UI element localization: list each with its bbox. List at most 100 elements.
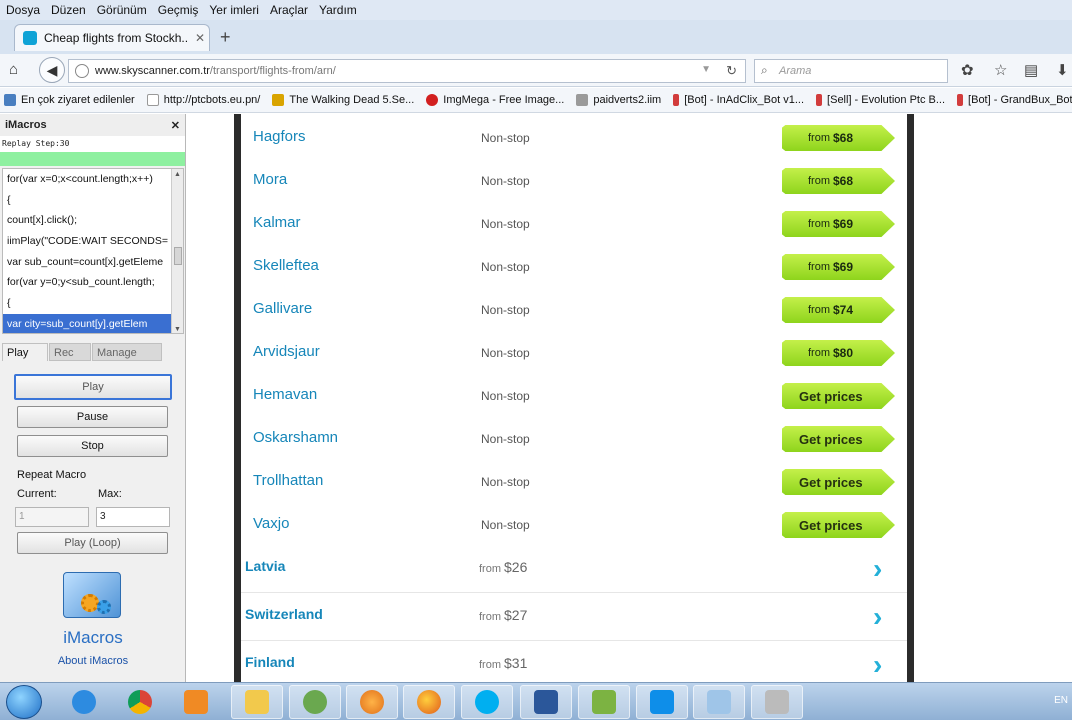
- code-line[interactable]: for(var x=0;x<count.length;x++): [3, 169, 171, 190]
- notepad-icon[interactable]: [578, 685, 630, 719]
- city-name[interactable]: Gallivare: [253, 300, 312, 317]
- country-name[interactable]: Latvia: [245, 558, 285, 574]
- menu-file[interactable]: Dosya: [6, 3, 40, 17]
- people-app-icon[interactable]: [289, 685, 341, 719]
- bookmark-ptcbots[interactable]: http://ptcbots.eu.pn/: [146, 94, 260, 106]
- city-row[interactable]: Gallivare Non-stop from $74: [241, 297, 907, 343]
- price-button[interactable]: from $80: [782, 340, 895, 366]
- code-line[interactable]: var sub_count=count[x].getEleme: [3, 252, 171, 273]
- file-explorer-icon[interactable]: [231, 685, 283, 719]
- firefox-icon[interactable]: [403, 685, 455, 719]
- play-button[interactable]: Play: [14, 374, 172, 400]
- bookmark-inadclix[interactable]: [Bot] - InAdClix_Bot v1...: [673, 94, 804, 106]
- city-row[interactable]: Arvidsjaur Non-stop from $80: [241, 340, 907, 386]
- menu-tools[interactable]: Araçlar: [270, 3, 308, 17]
- bookmark-walking-dead[interactable]: The Walking Dead 5.Se...: [272, 94, 414, 106]
- code-line[interactable]: {: [3, 293, 171, 314]
- library-icon[interactable]: ▤: [1024, 61, 1038, 79]
- bookmark-star-icon[interactable]: ☆: [994, 61, 1007, 79]
- city-row[interactable]: Kalmar Non-stop from $69: [241, 211, 907, 257]
- history-dropdown-icon[interactable]: ▼: [701, 64, 711, 75]
- bookmark-imgmega[interactable]: ImgMega - Free Image...: [426, 94, 564, 106]
- scroll-down-icon[interactable]: ▼: [174, 326, 181, 333]
- scroll-thumb[interactable]: [174, 247, 182, 265]
- tab-play[interactable]: Play: [2, 343, 48, 361]
- menu-help[interactable]: Yardım: [319, 3, 357, 17]
- url-bar[interactable]: www.skyscanner.com.tr/transport/flights-…: [68, 59, 746, 83]
- addon-icon[interactable]: ✿: [961, 61, 974, 79]
- country-row[interactable]: Switzerland from $27 ›: [241, 595, 907, 641]
- code-scrollbar[interactable]: ▲ ▼: [171, 169, 183, 333]
- tab-close-icon[interactable]: ✕: [195, 31, 205, 45]
- language-indicator[interactable]: EN: [1054, 695, 1068, 706]
- menu-history[interactable]: Geçmiş: [158, 3, 199, 17]
- code-line[interactable]: iimPlay("CODE:WAIT SECONDS=: [3, 231, 171, 252]
- chevron-right-icon[interactable]: ›: [873, 601, 882, 633]
- get-prices-button[interactable]: Get prices: [782, 469, 895, 495]
- country-name[interactable]: Switzerland: [245, 606, 323, 622]
- word-icon[interactable]: [520, 685, 572, 719]
- orange-app-icon[interactable]: [346, 685, 398, 719]
- city-row[interactable]: Oskarshamn Non-stop Get prices: [241, 426, 907, 472]
- code-line-selected[interactable]: var city=sub_count[y].getElem: [3, 313, 171, 333]
- city-name[interactable]: Hagfors: [253, 128, 306, 145]
- home-icon[interactable]: ⌂: [9, 61, 18, 78]
- bookmark-paidverts[interactable]: paidverts2.iim: [576, 94, 661, 106]
- stop-button[interactable]: Stop: [17, 435, 168, 457]
- chevron-right-icon[interactable]: ›: [873, 553, 882, 585]
- camera-icon[interactable]: [751, 685, 803, 719]
- chevron-right-icon[interactable]: ›: [873, 649, 882, 681]
- sidebar-close-icon[interactable]: ✕: [171, 119, 180, 132]
- tab-rec[interactable]: Rec: [49, 343, 91, 361]
- city-name[interactable]: Oskarshamn: [253, 429, 338, 446]
- bookmark-evolution[interactable]: [Sell] - Evolution Ptc B...: [816, 94, 945, 106]
- about-imacros-link[interactable]: About iMacros: [0, 655, 186, 667]
- city-name[interactable]: Skelleftea: [253, 257, 319, 274]
- price-button[interactable]: from $68: [782, 125, 895, 151]
- city-name[interactable]: Trollhattan: [253, 472, 323, 489]
- city-row[interactable]: Hemavan Non-stop Get prices: [241, 383, 907, 429]
- city-row[interactable]: Skelleftea Non-stop from $69: [241, 254, 907, 300]
- country-name[interactable]: Finland: [245, 654, 295, 670]
- city-name[interactable]: Hemavan: [253, 386, 317, 403]
- window-app-icon[interactable]: [693, 685, 745, 719]
- site-identity-icon[interactable]: [75, 64, 89, 78]
- bookmark-most-visited[interactable]: En çok ziyaret edilenler: [4, 94, 135, 106]
- skype-icon[interactable]: [461, 685, 513, 719]
- menu-edit[interactable]: Düzen: [51, 3, 86, 17]
- price-button[interactable]: from $69: [782, 211, 895, 237]
- city-name[interactable]: Arvidsjaur: [253, 343, 320, 360]
- chrome-icon[interactable]: [114, 685, 166, 719]
- reload-icon[interactable]: ↻: [726, 63, 737, 79]
- macro-code-view[interactable]: for(var x=0;x<count.length;x++) { count[…: [2, 168, 184, 334]
- price-button[interactable]: from $69: [782, 254, 895, 280]
- internet-explorer-icon[interactable]: [58, 685, 110, 719]
- back-button[interactable]: ◀: [39, 57, 65, 83]
- pause-button[interactable]: Pause: [17, 406, 168, 428]
- tab-manage[interactable]: Manage: [92, 343, 162, 361]
- city-row[interactable]: Hagfors Non-stop from $68: [241, 125, 907, 171]
- menu-view[interactable]: Görünüm: [97, 3, 147, 17]
- new-tab-icon[interactable]: +: [220, 27, 231, 48]
- bookmark-grandbux[interactable]: [Bot] - GrandBux_Bot: [957, 94, 1072, 106]
- get-prices-button[interactable]: Get prices: [782, 426, 895, 452]
- code-line[interactable]: {: [3, 190, 171, 211]
- play-loop-button[interactable]: Play (Loop): [17, 532, 168, 554]
- code-line[interactable]: for(var y=0;y<sub_count.length;: [3, 272, 171, 293]
- browser-tab[interactable]: Cheap flights from Stockh... ✕: [14, 24, 210, 51]
- price-button[interactable]: from $74: [782, 297, 895, 323]
- city-row[interactable]: Trollhattan Non-stop Get prices: [241, 469, 907, 515]
- search-input[interactable]: ⌕ Arama: [754, 59, 948, 83]
- max-field[interactable]: 3: [96, 507, 170, 527]
- scroll-up-icon[interactable]: ▲: [174, 171, 181, 178]
- country-row[interactable]: Latvia from $26 ›: [241, 547, 907, 593]
- code-line[interactable]: count[x].click();: [3, 210, 171, 231]
- menu-bookmarks[interactable]: Yer imleri: [209, 3, 259, 17]
- city-name[interactable]: Mora: [253, 171, 287, 188]
- media-player-icon[interactable]: [170, 685, 222, 719]
- get-prices-button[interactable]: Get prices: [782, 383, 895, 409]
- start-button[interactable]: [6, 685, 42, 719]
- country-row[interactable]: Finland from $31 ›: [241, 643, 907, 682]
- city-row[interactable]: Mora Non-stop from $68: [241, 168, 907, 214]
- price-button[interactable]: from $68: [782, 168, 895, 194]
